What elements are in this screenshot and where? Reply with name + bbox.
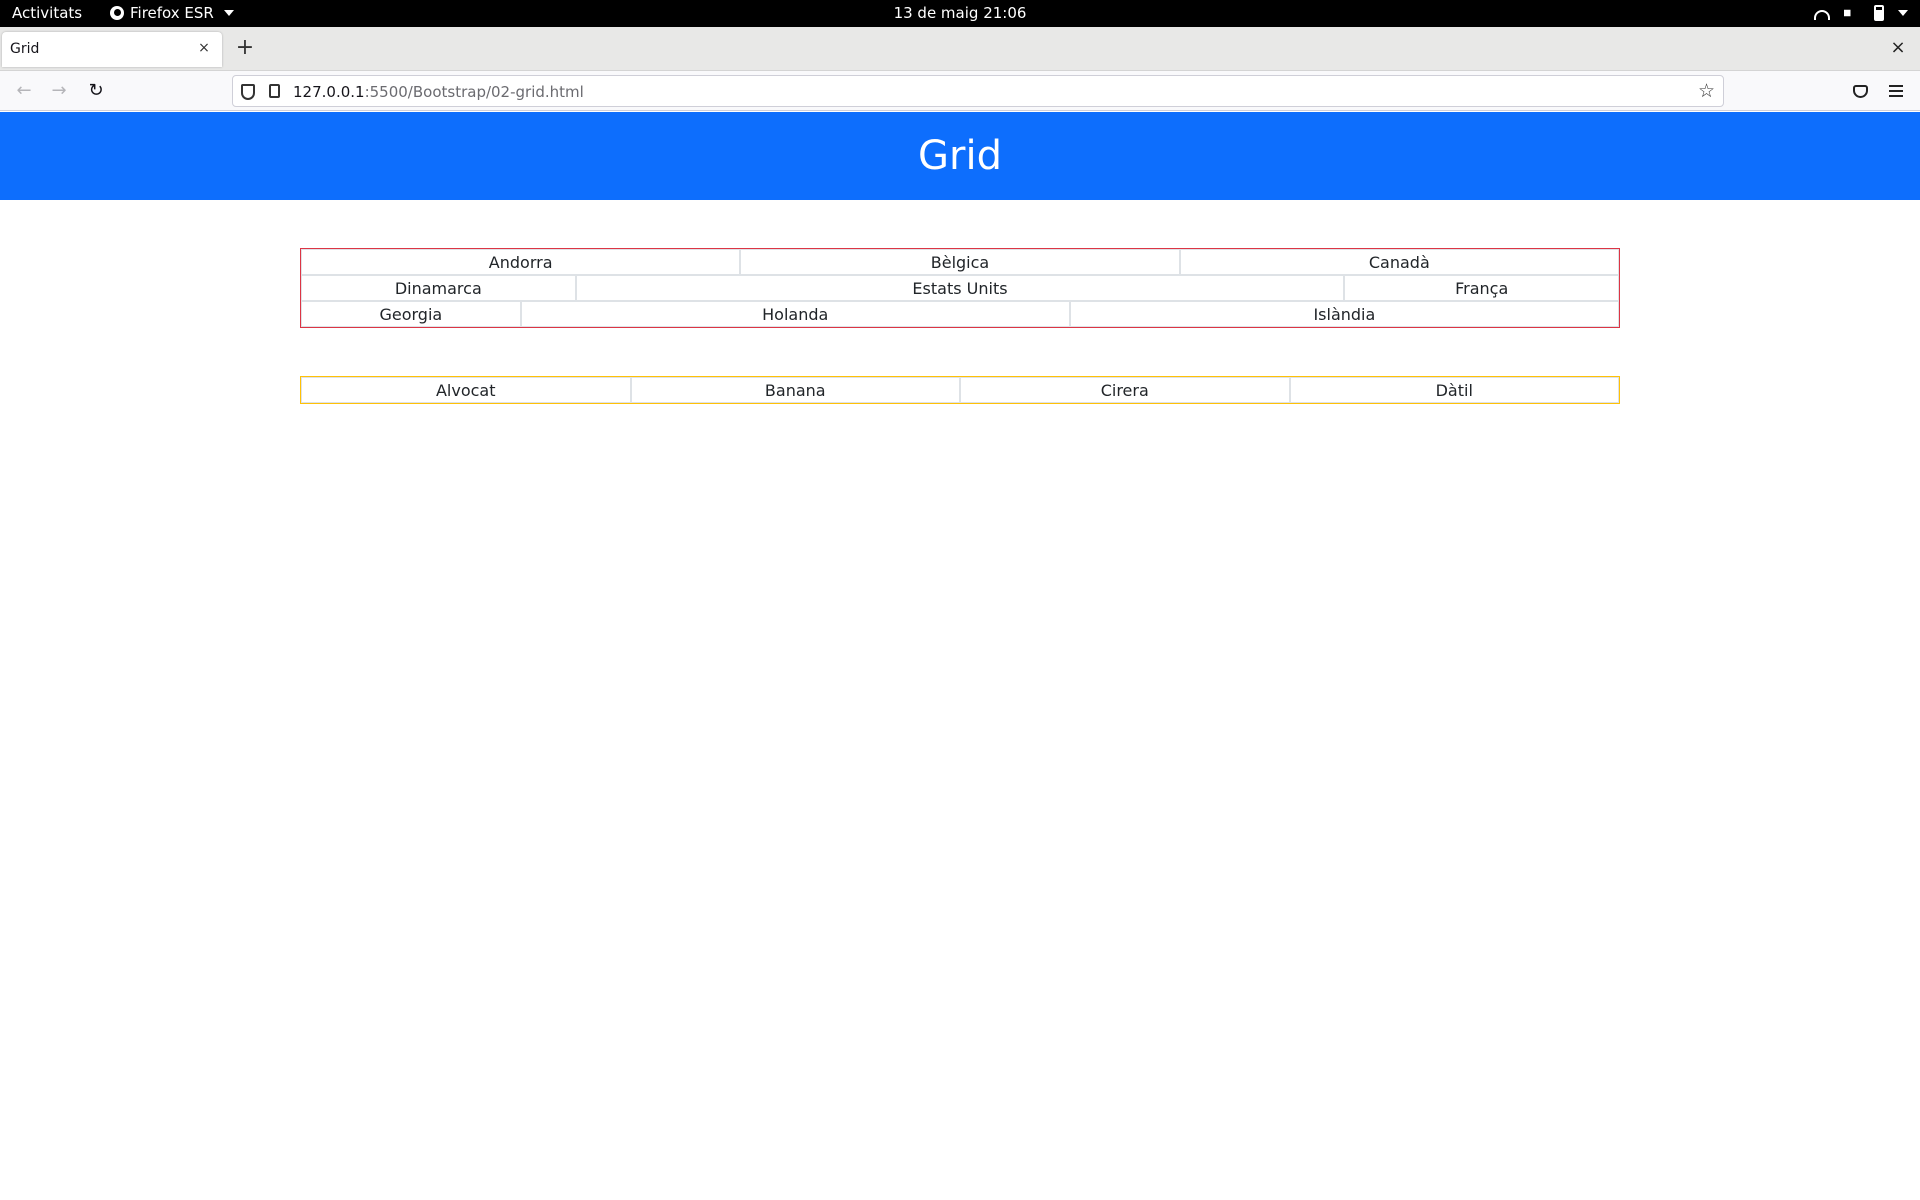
back-button[interactable]: ← [10,77,38,105]
forward-button[interactable]: → [45,77,73,105]
page-info-icon[interactable] [269,84,280,98]
activities-button[interactable]: Activitats [12,4,82,22]
pocket-icon [1852,85,1868,98]
tab-title: Grid [10,41,40,57]
grid-row: Dinamarca Estats Units França [301,275,1619,301]
grid-cell: Canadà [1179,249,1619,275]
app-menu-label: Firefox ESR [130,4,214,22]
chevron-down-icon [223,10,234,16]
grid-row: Alvocat Banana Cirera Dàtil [301,377,1619,403]
url-host: 127.0.0.1 [293,83,365,101]
wifi-icon [1814,9,1830,20]
menu-button[interactable] [1882,77,1910,105]
app-menu[interactable]: Firefox ESR [110,4,234,22]
url-text[interactable]: 127.0.0.1:5500/Bootstrap/02-grid.html [293,83,584,101]
grid-cell: Andorra [301,249,741,275]
tab-grid[interactable]: Grid × [2,32,222,67]
grid-cell: Bèlgica [740,249,1180,275]
page-viewport: Grid Andorra Bèlgica Canadà Dinamarca Es… [0,112,1920,1200]
grid-cell: Islàndia [1069,301,1619,327]
battery-icon [1874,5,1884,21]
close-window-button[interactable]: × [1886,36,1910,60]
navigation-toolbar: ← → ↻ 127.0.0.1:5500/Bootstrap/02-grid.h… [0,71,1920,111]
tab-strip: Grid × + × [0,27,1920,71]
pocket-button[interactable] [1846,77,1874,105]
close-tab-icon[interactable]: × [194,38,214,58]
page-title: Grid [918,133,1002,179]
system-tray[interactable] [1814,5,1908,21]
countries-grid: Andorra Bèlgica Canadà Dinamarca Estats … [300,248,1620,328]
grid-cell: Alvocat [301,377,631,403]
grid-cell: Holanda [520,301,1070,327]
grid-cell: Banana [630,377,960,403]
clock[interactable]: 13 de maig 21:06 [894,4,1027,22]
grid-row: Georgia Holanda Islàndia [301,301,1619,327]
grid-cell: Dinamarca [301,275,576,301]
grid-cell: França [1344,275,1619,301]
grid-row: Andorra Bèlgica Canadà [301,249,1619,275]
system-top-bar: Activitats Firefox ESR 13 de maig 21:06 [0,0,1920,27]
bookmark-star-icon[interactable]: ☆ [1698,80,1715,102]
new-tab-button[interactable]: + [232,36,258,62]
grid-cell: Georgia [301,301,521,327]
url-path: :5500/Bootstrap/02-grid.html [364,83,584,101]
url-bar[interactable]: 127.0.0.1:5500/Bootstrap/02-grid.html ☆ [232,75,1724,107]
volume-muted-icon [1844,5,1856,21]
page-header: Grid [0,112,1920,200]
grid-cell: Estats Units [575,275,1345,301]
firefox-icon [110,6,124,20]
fruits-grid: Alvocat Banana Cirera Dàtil [300,376,1620,404]
hamburger-menu-icon [1889,85,1903,97]
grid-cell: Dàtil [1289,377,1619,403]
grid-cell: Cirera [960,377,1290,403]
reload-button[interactable]: ↻ [82,77,110,105]
tracking-protection-icon[interactable] [241,84,255,100]
chevron-down-icon [1898,10,1908,16]
